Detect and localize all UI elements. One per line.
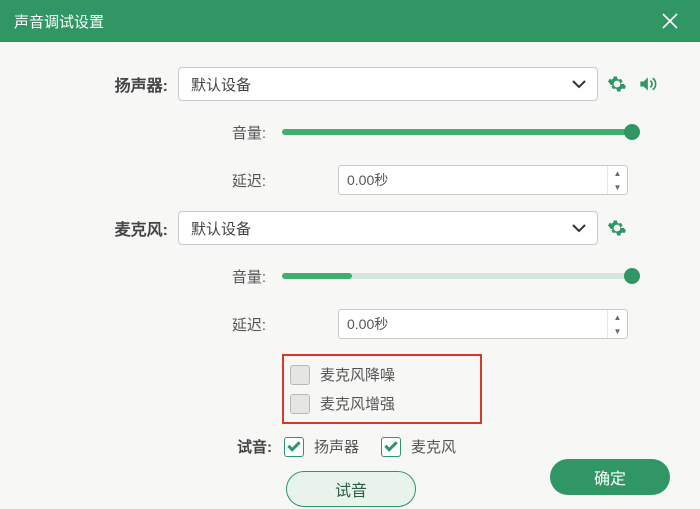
- mic-device-select[interactable]: 默认设备: [178, 211, 598, 245]
- speaker-icon: [637, 74, 657, 94]
- speaker-label: 扬声器:: [28, 72, 178, 96]
- test-speaker-checkbox[interactable]: [284, 437, 304, 457]
- mic-volume-label: 音量:: [28, 266, 278, 287]
- slider-thumb[interactable]: [624, 268, 640, 284]
- mic-boost-label: 麦克风增强: [320, 393, 395, 414]
- chevron-down-icon: [569, 74, 589, 94]
- spinner-up-button[interactable]: ▲: [608, 310, 627, 324]
- mic-boost-checkbox[interactable]: [290, 394, 310, 414]
- mic-volume-slider[interactable]: [282, 273, 632, 279]
- test-label: 试音:: [28, 436, 284, 457]
- chevron-down-icon: [569, 218, 589, 238]
- speaker-settings-button[interactable]: [606, 73, 628, 95]
- gear-icon: [607, 74, 627, 94]
- mic-noise-reduce-checkbox[interactable]: [290, 365, 310, 385]
- speaker-device-select[interactable]: 默认设备: [178, 67, 598, 101]
- content: 扬声器: 默认设备 音量: 延迟: 0.00秒 ▲ ▼: [0, 42, 700, 507]
- test-mic-checkbox[interactable]: [381, 437, 401, 457]
- speaker-delay-spinner[interactable]: 0.00秒 ▲ ▼: [338, 165, 628, 195]
- footer: 确定: [550, 459, 670, 495]
- check-icon: [287, 438, 300, 451]
- highlighted-mic-options: 麦克风降噪 麦克风增强: [282, 354, 482, 424]
- check-icon: [384, 438, 397, 451]
- spinner-up-button[interactable]: ▲: [608, 166, 627, 180]
- speaker-delay-label: 延迟:: [28, 170, 278, 191]
- mic-device-value: 默认设备: [191, 218, 569, 239]
- close-icon: [661, 12, 679, 30]
- slider-fill: [282, 129, 632, 135]
- speaker-device-value: 默认设备: [191, 74, 569, 95]
- spinner-down-button[interactable]: ▼: [608, 180, 627, 194]
- slider-thumb[interactable]: [624, 124, 640, 140]
- gear-icon: [607, 218, 627, 238]
- mic-label: 麦克风:: [28, 216, 178, 240]
- titlebar: 声音调试设置: [0, 0, 700, 42]
- mic-settings-button[interactable]: [606, 217, 628, 239]
- speaker-volume-label: 音量:: [28, 122, 278, 143]
- test-mic-label: 麦克风: [411, 436, 456, 457]
- speaker-test-sound-button[interactable]: [636, 73, 658, 95]
- mic-delay-label: 延迟:: [28, 314, 278, 335]
- mic-noise-reduce-label: 麦克风降噪: [320, 364, 395, 385]
- test-speaker-label: 扬声器: [314, 436, 359, 457]
- spinner-down-button[interactable]: ▼: [608, 324, 627, 338]
- mic-delay-spinner[interactable]: 0.00秒 ▲ ▼: [338, 309, 628, 339]
- mic-delay-value: 0.00秒: [347, 314, 607, 334]
- ok-button[interactable]: 确定: [550, 459, 670, 495]
- close-button[interactable]: [654, 5, 686, 37]
- speaker-delay-value: 0.00秒: [347, 170, 607, 190]
- slider-fill: [282, 273, 352, 279]
- test-sound-button[interactable]: 试音: [286, 471, 416, 507]
- speaker-volume-slider[interactable]: [282, 129, 632, 135]
- window-title: 声音调试设置: [14, 11, 654, 32]
